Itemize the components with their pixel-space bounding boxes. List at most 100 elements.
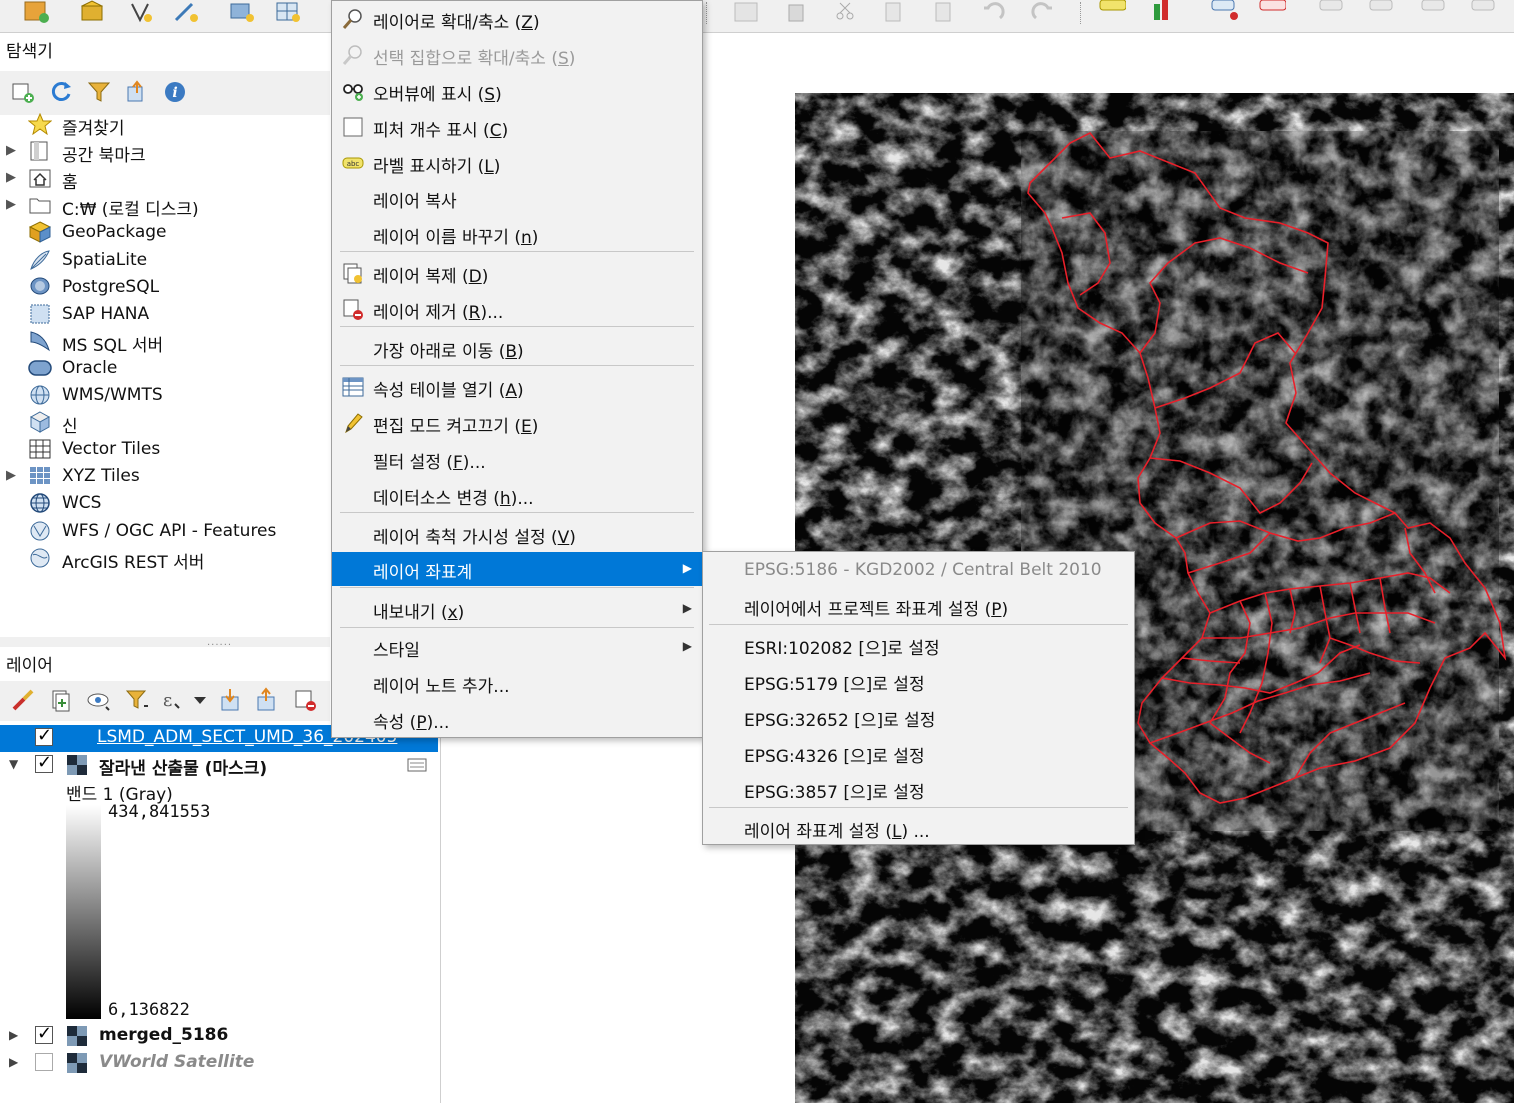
new-virtual-layer-icon[interactable] [172, 0, 200, 24]
new-geopackage-layer-icon[interactable] [22, 0, 50, 24]
refresh-icon[interactable] [48, 79, 74, 105]
layer-visibility-checkbox[interactable]: ✓ [35, 725, 53, 746]
browser-item[interactable]: WMS/WMTS [0, 382, 330, 409]
expand-arrow-icon[interactable]: ▶ [6, 468, 18, 483]
context-menu-item[interactable]: 가장 아래로 이동 (B) [332, 331, 702, 365]
crs-submenu-item[interactable]: 레이어에서 프로젝트 좌표계 설정 (P) [703, 589, 1134, 623]
context-menu-item[interactable]: 레이어 좌표계 ▶ [332, 552, 702, 586]
new-shapefile-layer-icon[interactable] [78, 0, 106, 24]
context-menu-item[interactable]: 편집 모드 켜고끄기 (E) [332, 406, 702, 440]
highlight-label-icon[interactable] [1258, 0, 1286, 24]
pin-label-icon[interactable] [1210, 0, 1238, 24]
context-menu-item[interactable]: abc 라벨 표시하기 (L) [332, 146, 702, 180]
crs-submenu-item[interactable]: EPSG:5179 [으]로 설정 [703, 664, 1134, 698]
browser-item[interactable]: ▶ 홈 [0, 165, 330, 193]
new-temporary-layer-icon[interactable] [228, 0, 256, 24]
expand-arrow-icon[interactable]: ▶ [9, 1055, 18, 1069]
expand-arrow-icon[interactable]: ▶ [9, 1028, 18, 1042]
info-icon[interactable]: i [162, 79, 188, 105]
context-menu-item[interactable]: 오버뷰에 표시 (S) [332, 74, 702, 108]
dropdown-arrow-icon[interactable] [188, 687, 214, 713]
expand-all-icon[interactable] [218, 687, 244, 713]
layer-name[interactable]: 잘라낸 산출물 (마스크) [99, 754, 267, 779]
show-hide-label-icon[interactable] [1368, 0, 1396, 24]
browser-item[interactable]: GeoPackage [0, 219, 330, 246]
browser-item[interactable]: 즐겨찾기 [0, 111, 330, 139]
layer-row-merged[interactable]: ▶ ✓ merged_5186 [0, 1023, 440, 1050]
browser-item[interactable]: 신 [0, 409, 330, 437]
browser-item[interactable]: SpatiaLite [0, 247, 330, 274]
browser-item[interactable]: ▶ C:₩ (로컬 디스크) [0, 192, 330, 220]
paste-icon[interactable] [930, 0, 958, 24]
copy-icon[interactable] [880, 0, 908, 24]
context-menu-item[interactable]: 내보내기 (x) ▶ [332, 592, 702, 626]
browser-item[interactable]: ▶ 공간 북마크 [0, 138, 330, 166]
context-menu-item[interactable]: 레이어 이름 바꾸기 (n) [332, 217, 702, 251]
new-spatialite-layer-icon[interactable] [128, 0, 156, 24]
redo-icon[interactable] [1028, 0, 1056, 24]
context-menu-item[interactable]: 레이어 노트 추가... [332, 666, 702, 700]
delete-trash-icon[interactable] [782, 0, 810, 24]
manage-visibility-eye-icon[interactable] [86, 687, 112, 713]
cut-scissors-icon[interactable] [832, 0, 860, 24]
crs-submenu-item-label: ESRI:102082 [으]로 설정 [744, 634, 940, 659]
context-menu-item[interactable]: 스타일 ▶ [332, 630, 702, 664]
context-menu-item[interactable]: 레이어 복제 (D) [332, 256, 702, 290]
new-mesh-layer-icon[interactable] [274, 0, 302, 24]
context-menu-item[interactable]: 필터 설정 (F)... [332, 442, 702, 476]
panel-splitter[interactable]: ...... [0, 637, 330, 648]
oracle-icon [28, 357, 52, 379]
label-toolbar-icon[interactable] [1098, 0, 1126, 24]
browser-item[interactable]: PostgreSQL [0, 274, 330, 301]
browser-item[interactable]: MS SQL 서버 [0, 328, 330, 356]
browser-item[interactable]: Oracle [0, 355, 330, 382]
layer-name[interactable]: merged_5186 [99, 1025, 228, 1045]
collapse-all-layers-icon[interactable] [254, 687, 280, 713]
crs-submenu-item[interactable]: EPSG:4326 [으]로 설정 [703, 736, 1134, 770]
expand-arrow-icon[interactable]: ▶ [6, 197, 18, 212]
add-group-icon[interactable] [48, 687, 74, 713]
submenu-arrow-icon: ▶ [682, 639, 692, 653]
add-selected-layers-icon[interactable] [10, 79, 36, 105]
context-menu-item[interactable]: 레이어로 확대/축소 (Z) [332, 2, 702, 36]
edit-pencil-icon[interactable] [732, 0, 760, 24]
context-menu-item[interactable]: 속성 테이블 열기 (A) [332, 370, 702, 404]
layer-visibility-checkbox[interactable] [35, 1053, 53, 1071]
crs-submenu-item[interactable]: EPSG:32652 [으]로 설정 [703, 700, 1134, 734]
undo-icon[interactable] [980, 0, 1008, 24]
browser-item[interactable]: SAP HANA [0, 301, 330, 328]
crs-submenu-item[interactable]: 레이어 좌표계 설정 (L) ... [703, 811, 1134, 845]
context-menu-item[interactable]: 피처 개수 표시 (C) [332, 110, 702, 144]
expand-arrow-icon[interactable]: ▶ [6, 143, 18, 158]
context-menu-item[interactable]: 데이터소스 변경 (h)... [332, 478, 702, 512]
style-brush-icon[interactable] [10, 687, 36, 713]
context-menu-item[interactable]: 레이어 축척 가시성 설정 (V) [332, 517, 702, 551]
crs-submenu-item[interactable]: ESRI:102082 [으]로 설정 [703, 628, 1134, 662]
browser-item[interactable]: WFS / OGC API - Features [0, 518, 330, 545]
browser-item[interactable]: Vector Tiles [0, 436, 330, 463]
collapse-arrow-icon[interactable]: ▼ [9, 757, 18, 771]
context-menu-item[interactable]: 레이어 복사 [332, 181, 702, 215]
layer-name[interactable]: VWorld Satellite [99, 1052, 254, 1072]
filter-expression-icon[interactable]: ε [160, 687, 186, 713]
browser-item[interactable]: ▶ XYZ Tiles [0, 463, 330, 490]
layer-visibility-checkbox[interactable]: ✓ [35, 752, 53, 773]
change-label-icon[interactable] [1470, 0, 1498, 24]
diagram-toolbar-icon[interactable] [1150, 0, 1178, 24]
move-label-icon[interactable] [1318, 0, 1346, 24]
crs-submenu-item[interactable]: EPSG:3857 [으]로 설정 [703, 772, 1134, 806]
layer-row-vworld[interactable]: ▶ VWorld Satellite [0, 1050, 440, 1077]
browser-item[interactable]: WCS [0, 490, 330, 517]
filter-browser-icon[interactable] [86, 79, 112, 105]
rotate-label-icon[interactable] [1420, 0, 1448, 24]
filter-legend-icon[interactable] [124, 687, 150, 713]
collapse-all-icon[interactable] [124, 79, 150, 105]
browser-item[interactable]: ArcGIS REST 서버 [0, 545, 330, 573]
context-menu-item[interactable]: 속성 (P)... [332, 702, 702, 736]
remove-layer-toolbar-icon[interactable] [292, 687, 318, 713]
expand-arrow-icon[interactable]: ▶ [6, 170, 18, 185]
embedded-layer-indicator-icon[interactable] [406, 755, 428, 775]
layer-visibility-checkbox[interactable]: ✓ [35, 1023, 53, 1044]
layer-row-clipped[interactable]: ▼ ✓ 잘라낸 산출물 (마스크) [0, 752, 440, 779]
context-menu-item[interactable]: 레이어 제거 (R)... [332, 292, 702, 326]
